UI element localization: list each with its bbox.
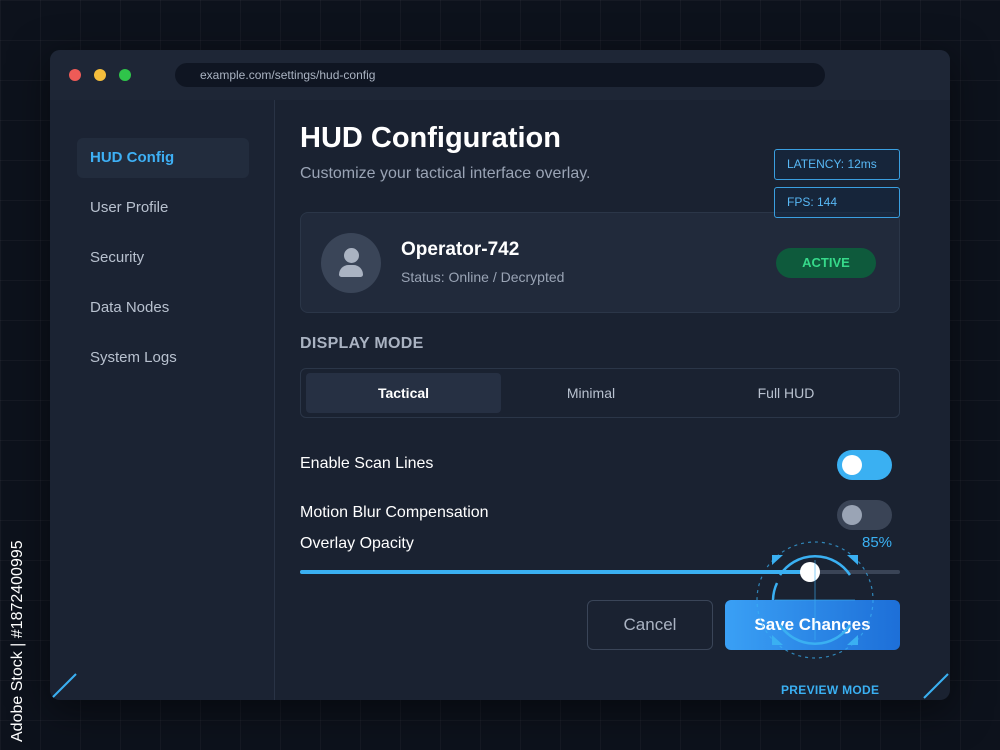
address-bar[interactable]: example.com/settings/hud-config: [175, 63, 825, 87]
sidebar-item-user-profile[interactable]: User Profile: [77, 188, 249, 228]
save-changes-button[interactable]: Save Changes: [725, 600, 900, 650]
stock-watermark: Adobe Stock | #1872400995: [9, 540, 26, 742]
sidebar: HUD Config User Profile Security Data No…: [50, 100, 275, 700]
toggle-knob: [842, 455, 862, 475]
sidebar-item-data-nodes[interactable]: Data Nodes: [77, 288, 249, 328]
display-mode-full-hud[interactable]: Full HUD: [681, 373, 891, 413]
display-mode-tactical[interactable]: Tactical: [306, 373, 501, 413]
watermark-text: Adobe Stock | #1872400995: [9, 540, 26, 742]
corner-accent: [923, 673, 949, 699]
fps-readout: FPS: 144: [774, 187, 900, 218]
operator-status: Status: Online / Decrypted: [401, 269, 565, 285]
close-window-button[interactable]: [69, 69, 81, 81]
overlay-opacity-value: 85%: [862, 534, 893, 551]
preview-mode-label: PREVIEW MODE: [781, 683, 880, 697]
display-mode-heading: DISPLAY MODE: [300, 335, 424, 352]
scan-lines-label: Enable Scan Lines: [300, 455, 434, 472]
toggle-knob: [842, 505, 862, 525]
latency-readout: LATENCY: 12ms: [774, 149, 900, 180]
sidebar-item-system-logs[interactable]: System Logs: [77, 338, 249, 378]
operator-name: Operator-742: [401, 239, 520, 260]
page-title: HUD Configuration: [300, 122, 561, 154]
overlay-opacity-slider[interactable]: [300, 562, 900, 582]
sidebar-item-security[interactable]: Security: [77, 238, 249, 278]
motion-blur-label: Motion Blur Compensation: [300, 504, 489, 521]
display-mode-minimal[interactable]: Minimal: [501, 373, 681, 413]
display-mode-selector: Tactical Minimal Full HUD: [300, 368, 900, 418]
slider-thumb[interactable]: [800, 562, 820, 582]
maximize-window-button[interactable]: [119, 69, 131, 81]
browser-window: example.com/settings/hud-config HUD Conf…: [50, 50, 950, 700]
cancel-button[interactable]: Cancel: [587, 600, 713, 650]
minimize-window-button[interactable]: [94, 69, 106, 81]
page-subtitle: Customize your tactical interface overla…: [300, 165, 591, 182]
slider-fill: [300, 570, 810, 574]
title-bar: example.com/settings/hud-config: [50, 50, 950, 100]
overlay-opacity-label: Overlay Opacity: [300, 535, 414, 552]
user-avatar-icon: [321, 233, 381, 293]
sidebar-item-hud-config[interactable]: HUD Config: [77, 138, 249, 178]
scan-lines-toggle[interactable]: [837, 450, 892, 480]
profile-card: Operator-742 Status: Online / Decrypted …: [300, 212, 900, 313]
motion-blur-toggle[interactable]: [837, 500, 892, 530]
status-badge: ACTIVE: [776, 248, 876, 278]
